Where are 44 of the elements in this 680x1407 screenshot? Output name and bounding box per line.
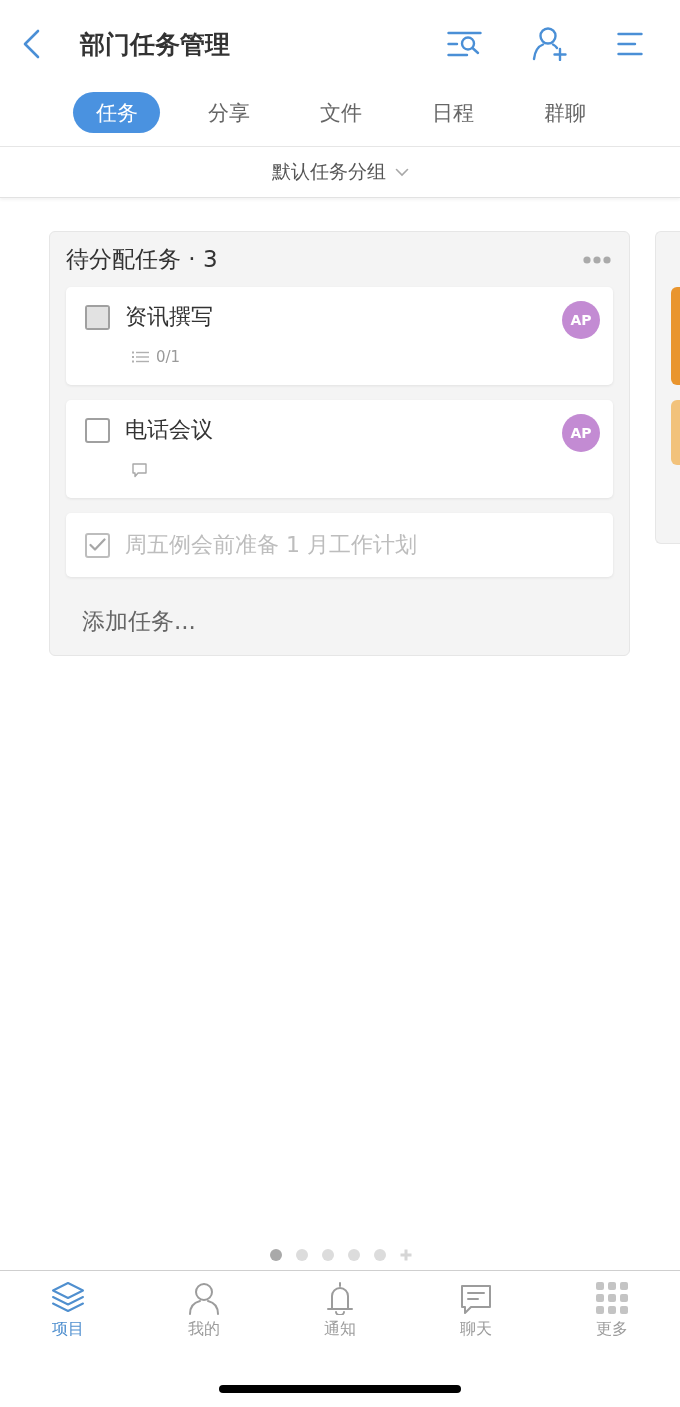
person-icon: [187, 1281, 221, 1315]
task-title: 周五例会前准备 1 月工作计划: [125, 531, 417, 559]
column-title: 待分配任务 · 3: [66, 245, 218, 274]
nav-tab[interactable]: 项目: [0, 1271, 136, 1345]
plus-icon[interactable]: [400, 1249, 412, 1261]
page-dot[interactable]: [322, 1249, 334, 1261]
task-card-edge[interactable]: [671, 400, 680, 465]
search-list-icon[interactable]: [447, 31, 482, 57]
nav-tab[interactable]: 通知: [272, 1271, 408, 1345]
page-dot[interactable]: [348, 1249, 360, 1261]
checklist-icon: [132, 351, 149, 363]
page-dot[interactable]: [374, 1249, 386, 1261]
page-title: 部门任务管理: [80, 28, 230, 61]
tab[interactable]: 分享: [185, 92, 272, 133]
task-checkbox[interactable]: [85, 532, 110, 558]
nav-tab[interactable]: 我的: [136, 1271, 272, 1345]
tick-icon: [89, 538, 106, 552]
layers-icon: [51, 1281, 85, 1315]
tab[interactable]: 文件: [297, 92, 384, 133]
task-checkbox[interactable]: [85, 417, 110, 443]
assignee-avatar: AP: [562, 301, 600, 339]
add-person-icon[interactable]: [532, 27, 568, 61]
back-icon[interactable]: [22, 29, 42, 59]
task-card[interactable]: 资讯撰写 0/1 AP: [66, 287, 613, 385]
nav-tab[interactable]: 更多: [544, 1271, 680, 1345]
nav-tab[interactable]: 聊天: [408, 1271, 544, 1345]
task-title: 资讯撰写: [125, 303, 213, 331]
group-selector[interactable]: 默认任务分组: [271, 155, 409, 189]
tab[interactable]: 日程: [409, 92, 496, 133]
task-card-edge[interactable]: [671, 287, 680, 385]
comment-icon: [132, 462, 147, 478]
more-icon[interactable]: [583, 255, 611, 264]
chevron-down-icon: [394, 167, 409, 177]
menu-icon[interactable]: [617, 32, 643, 56]
task-card[interactable]: 电话会议 AP: [66, 400, 613, 498]
page-dot[interactable]: [270, 1249, 282, 1261]
subtask-count: 0/1: [156, 348, 181, 366]
add-task-button[interactable]: 添加任务...: [82, 606, 196, 636]
grid-icon: [595, 1281, 629, 1315]
page-dot[interactable]: [296, 1249, 308, 1261]
tab[interactable]: 任务: [73, 92, 160, 133]
assignee-avatar: AP: [562, 414, 600, 452]
tab[interactable]: 群聊: [521, 92, 608, 133]
task-title: 电话会议: [125, 416, 213, 444]
